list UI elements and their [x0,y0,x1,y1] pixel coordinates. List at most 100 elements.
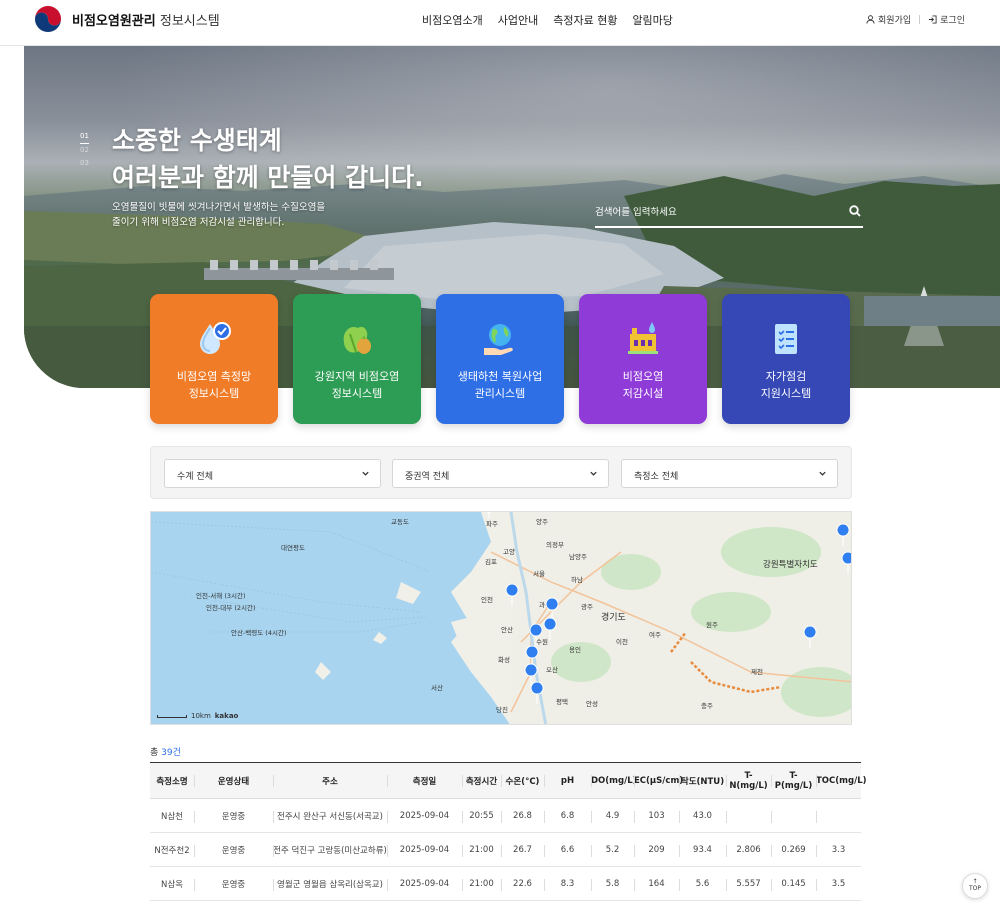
svg-text:양주: 양주 [536,518,548,526]
cell-do: 5.8 [591,867,634,901]
brand-light: 정보시스템 [159,14,220,29]
cell-tn: 5.557 [726,867,771,901]
hero-pager: 01 02 03 [80,130,89,170]
globe-hand-icon [484,324,513,355]
svg-text:서울: 서울 [533,569,545,578]
result-count: 총 39건 [150,745,181,758]
scroll-top-button[interactable]: ↑ TOP [962,873,988,899]
cell-time: 21:00 [462,867,501,901]
cell-date: 2025-09-04 [387,799,462,833]
svg-text:안산: 안산 [501,625,513,634]
chevron-down-icon [362,471,369,476]
svg-text:오산: 오산 [546,665,558,674]
cell-status: 운영중 [194,833,273,867]
cell-address: 전주 덕진구 고랑동(미산교하류) [273,833,387,867]
cell-tn: 2.806 [726,833,771,867]
site-brand[interactable]: 비점오염원관리 정보시스템 [72,10,220,29]
search-icon[interactable] [849,205,861,217]
cell-toc [816,799,861,833]
card-label-line2: 정보시스템 [188,387,240,400]
cell-water-temp: 22.6 [501,867,544,901]
card-label: 자가점검 지원시스템 [722,368,850,402]
svg-text:용인: 용인 [569,645,581,654]
svg-text:하남: 하남 [571,575,583,584]
nav-business[interactable]: 사업안내 [498,12,538,28]
cell-status: 운영중 [194,867,273,901]
station-select[interactable]: 측정소 전체 [621,459,838,488]
login-link[interactable]: 로그인 [928,13,965,26]
svg-text:당진: 당진 [496,705,508,714]
svg-text:화성: 화성 [498,655,510,664]
card-ecological-river[interactable]: 생태하천 복원사업 관리시스템 [436,294,564,424]
col-do: DO(mg/L) [591,763,637,799]
station-map[interactable]: 교동도 파주 양주 의정부 남양주 고양 김포 서울 하남 인천 과천 광주 안… [150,511,852,725]
col-station: 측정소명 [156,776,188,787]
filter-bar: 수계 전체 중권역 전체 측정소 전체 [150,446,852,499]
pager-item-1[interactable]: 01 [80,130,89,144]
nav-notice[interactable]: 알림마당 [632,12,672,28]
vegetable-icon [343,326,371,354]
pager-item-3[interactable]: 03 [80,157,89,170]
hero-title-line2: 여러분과 함께 만들어 갑니다. [112,163,424,192]
col-tn: T-N(mg/L) [726,763,771,799]
cell-address: 영월군 영월읍 삼옥리(삼옥교) [273,867,387,901]
col-time: 측정시간 [462,763,501,799]
nav-about[interactable]: 비점오염소개 [422,12,483,28]
hero-subtitle: 오염물질이 빗물에 씻겨나가면서 발생하는 수질오염을 줄이기 위해 비점오염 … [112,200,325,230]
card-label-line2: 관리시스템 [474,387,526,400]
search-input[interactable] [595,200,835,225]
water-system-select[interactable]: 수계 전체 [164,459,381,488]
cell-date: 2025-09-04 [387,833,462,867]
card-gangwon-system[interactable]: 강원지역 비점오염 정보시스템 [293,294,421,424]
cell-tn [726,799,771,833]
government-emblem-icon[interactable] [34,5,62,33]
cell-do: 5.2 [591,833,634,867]
card-label-line2: 지원시스템 [760,387,812,400]
cell-time: 20:55 [462,799,501,833]
table-row[interactable]: N삼천 운영중 전주시 완산구 서신동(서곡교) 2025-09-04 20:5… [150,799,861,833]
signup-label: 회원가입 [878,16,912,26]
user-icon [866,15,875,24]
card-measurement-network[interactable]: 비점오염 측정망 정보시스템 [150,294,278,424]
card-label: 비점오염 측정망 정보시스템 [150,368,278,402]
cell-tp [771,799,816,833]
cell-water-temp: 26.8 [501,799,544,833]
card-label-line1: 비점오염 [622,370,664,383]
nav-measurement[interactable]: 측정자료 현황 [553,12,617,28]
site-header: 비점오염원관리 정보시스템 비점오염소개 사업안내 측정자료 현황 알림마당 회… [0,0,1000,46]
col-water-temp: 수온(°C) [501,763,544,799]
table-row[interactable]: N전주천2 운영중 전주 덕진구 고랑동(미산교하류) 2025-09-04 2… [150,833,861,867]
signup-link[interactable]: 회원가입 [866,13,911,26]
hero-search [595,200,863,228]
map-canvas: 교동도 파주 양주 의정부 남양주 고양 김포 서울 하남 인천 과천 광주 안… [151,512,851,724]
svg-text:이천: 이천 [616,637,628,646]
col-ec: EC(μS/cm) [634,763,683,799]
station-value: 측정소 전체 [634,472,679,482]
table-row[interactable]: N삼옥 운영중 영월군 영월읍 삼옥리(삼옥교) 2025-09-04 21:0… [150,867,861,901]
svg-text:고양: 고양 [503,548,515,556]
svg-text:대연평도: 대연평도 [281,543,305,552]
map-scale-label: 10km [191,712,211,720]
svg-text:남양주: 남양주 [569,552,587,561]
cell-turbidity: 43.0 [679,799,726,833]
hero-sub-line1: 오염물질이 빗물에 씻겨나가면서 발생하는 수질오염을 [112,202,326,213]
cell-ph: 6.8 [544,799,591,833]
cell-ph: 6.6 [544,833,591,867]
chevron-down-icon [819,471,826,476]
card-label-line1: 생태하천 복원사업 [457,370,543,383]
hero-title: 소중한 수생태계 여러분과 함께 만들어 갑니다. [112,122,424,196]
card-self-inspection[interactable]: 자가점검 지원시스템 [722,294,850,424]
card-reduction-facility[interactable]: 비점오염 저감시설 [579,294,707,424]
svg-text:의정부: 의정부 [546,540,564,549]
cell-tp: 0.269 [771,833,816,867]
mid-basin-select[interactable]: 중권역 전체 [392,459,609,488]
pager-item-2[interactable]: 02 [80,144,89,157]
cell-water-temp: 26.7 [501,833,544,867]
arrow-up-icon: ↑ [972,878,978,885]
cell-toc: 3.3 [816,833,861,867]
card-label: 강원지역 비점오염 정보시스템 [293,368,421,402]
cell-ec: 103 [634,799,679,833]
svg-text:강원특별자치도: 강원특별자치도 [763,559,818,570]
svg-text:제천: 제천 [751,667,763,676]
card-label-line1: 자가점검 [765,370,807,383]
